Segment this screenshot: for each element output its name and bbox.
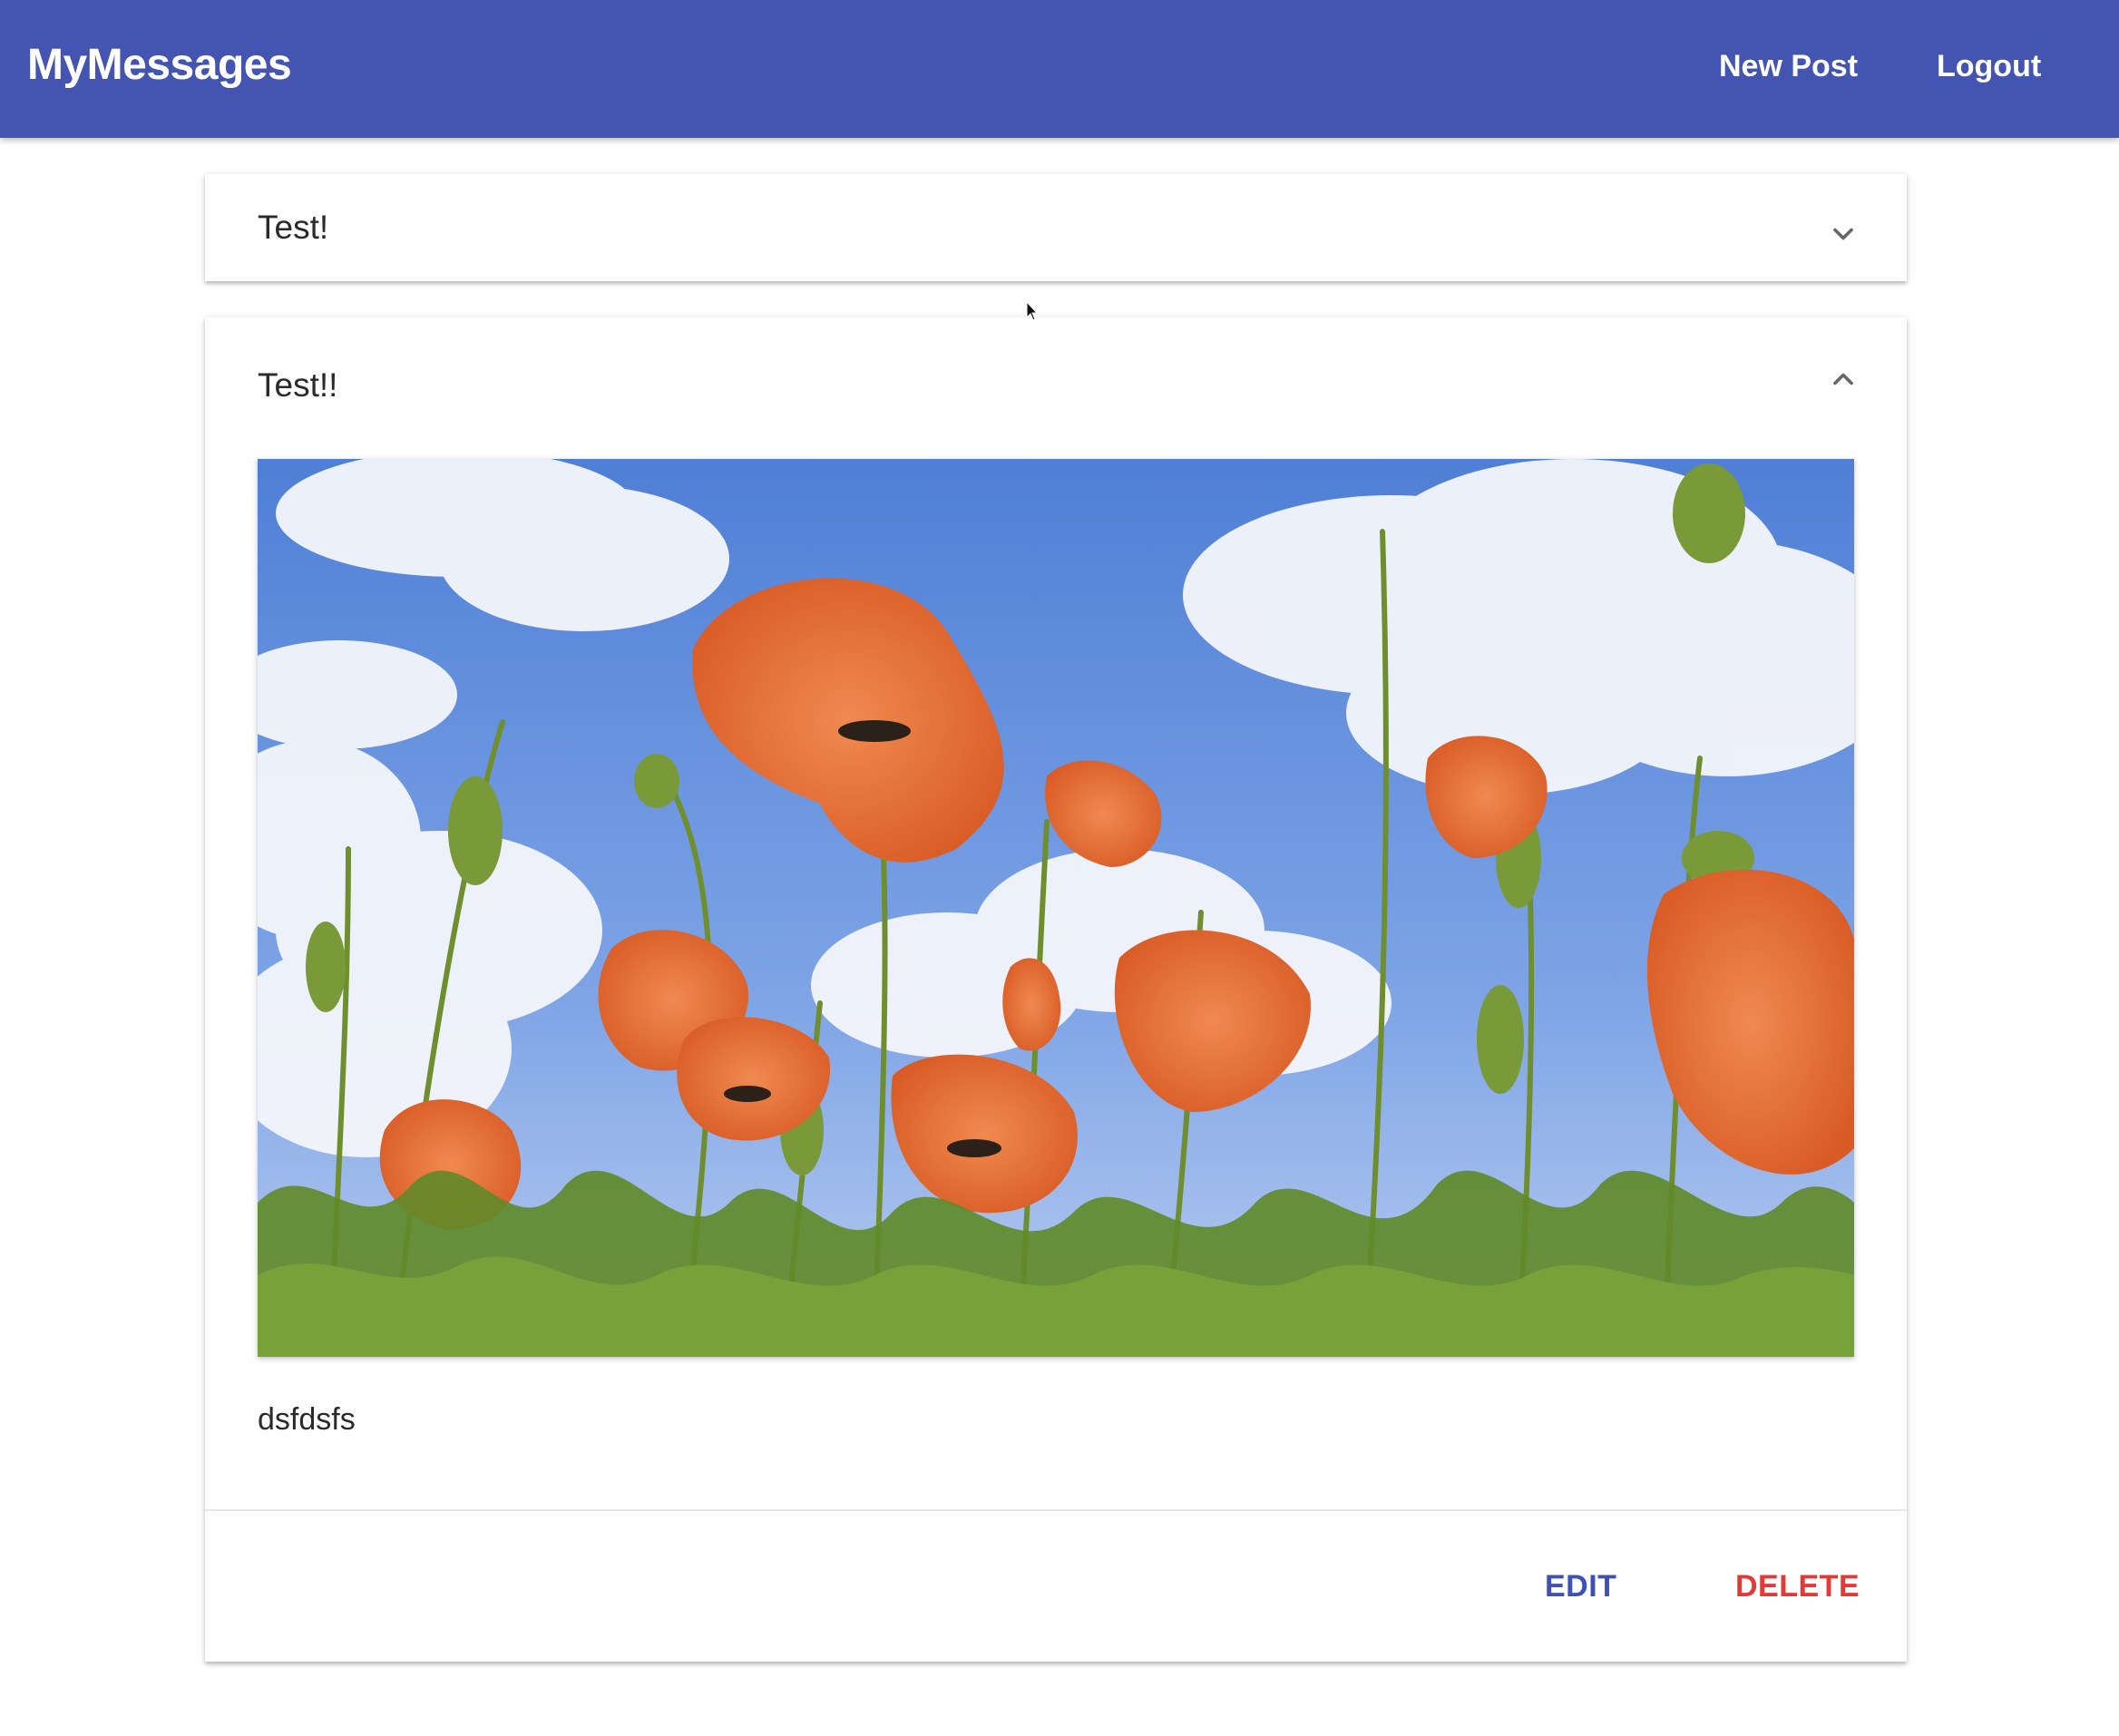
chevron-down-icon[interactable] bbox=[1827, 218, 1860, 250]
post-panel: Test!! dsfdsfs EDIT DELETE bbox=[205, 317, 1907, 1662]
post-panel-header[interactable]: Test! bbox=[205, 174, 1907, 281]
post-content: dsfdsfs bbox=[258, 1402, 356, 1437]
post-title: Test!! bbox=[258, 366, 338, 404]
poppy-photo bbox=[258, 459, 1854, 1357]
post-panel-header[interactable]: Test!! bbox=[205, 317, 1907, 424]
edit-button[interactable]: EDIT bbox=[1545, 1569, 1616, 1604]
action-row-divider bbox=[205, 1509, 1907, 1511]
post-title: Test! bbox=[258, 209, 329, 246]
logout-button[interactable]: Logout bbox=[1937, 49, 2041, 84]
post-panel: Test! bbox=[205, 174, 1907, 281]
app-title[interactable]: MyMessages bbox=[27, 40, 292, 90]
post-image bbox=[258, 459, 1854, 1357]
app-toolbar: MyMessages New Post Logout bbox=[0, 0, 2119, 138]
new-post-button[interactable]: New Post bbox=[1719, 49, 1858, 84]
chevron-up-icon[interactable] bbox=[1827, 363, 1860, 395]
delete-button[interactable]: DELETE bbox=[1735, 1569, 1860, 1604]
mouse-cursor-icon bbox=[1026, 301, 1039, 321]
